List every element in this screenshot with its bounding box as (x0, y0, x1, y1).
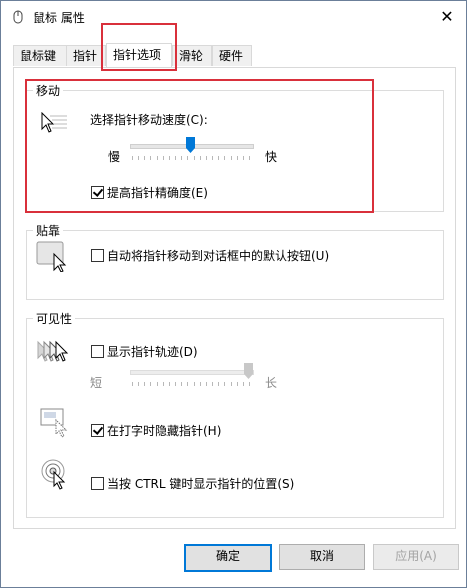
slider-tick (249, 382, 250, 386)
slider-tick (181, 382, 182, 386)
slider-tick (243, 382, 244, 386)
slider-tick (175, 156, 176, 160)
window-title: 鼠标 属性 (33, 11, 85, 25)
precision-label[interactable]: 提高指针精确度(E) (107, 184, 208, 201)
apply-button[interactable]: 应用(A) (373, 544, 459, 570)
slider-tick (175, 382, 176, 386)
slow-label: 慢 (108, 150, 121, 164)
slider-tick (194, 382, 195, 386)
slider-tick (138, 382, 139, 386)
slider-tick (138, 156, 139, 160)
slider-tick (132, 156, 133, 160)
trail-slider-thumb[interactable] (244, 363, 253, 379)
hide-while-typing-label[interactable]: 在打字时隐藏指针(H) (107, 422, 221, 439)
speed-label: 选择指针移动速度(C): (90, 113, 208, 127)
snap-to-default-checkbox[interactable] (91, 249, 104, 262)
trail-short-label: 短 (90, 376, 103, 390)
slider-tick (150, 156, 151, 160)
pointer-options-panel: 移动 选择指针移动速度(C): 慢 快 提高指针精确度(E) 贴靠 自动将指针移… (13, 67, 456, 529)
slider-tick (212, 382, 213, 386)
motion-group: 移动 (26, 82, 444, 212)
visibility-legend: 可见性 (33, 310, 76, 327)
snap-to-default-label[interactable]: 自动将指针移动到对话框中的默认按钮(U) (107, 247, 329, 264)
slider-tick (169, 156, 170, 160)
show-location-ctrl-label[interactable]: 当按 CTRL 键时显示指针的位置(S) (107, 475, 294, 492)
slider-tick (212, 156, 213, 160)
speed-slider-thumb[interactable] (186, 137, 195, 153)
hide-while-typing-checkbox[interactable] (91, 424, 104, 437)
slider-tick (163, 382, 164, 386)
trail-slider-ticks (132, 382, 250, 386)
slider-tick (231, 382, 232, 386)
snap-legend: 贴靠 (33, 222, 64, 239)
slider-tick (231, 156, 232, 160)
mouse-app-icon (13, 10, 23, 24)
slider-tick (206, 382, 207, 386)
slider-tick (237, 156, 238, 160)
slider-tick (218, 156, 219, 160)
slider-tick (224, 156, 225, 160)
tab-bar: 鼠标键 指针 指针选项 滑轮 硬件 (13, 43, 453, 68)
locate-pointer-icon (41, 459, 66, 490)
slider-tick (194, 156, 195, 160)
pointer-trails-checkbox[interactable] (91, 345, 104, 358)
slider-tick (157, 382, 158, 386)
slider-tick (132, 382, 133, 386)
slider-tick (150, 382, 151, 386)
tab-buttons[interactable]: 鼠标键 (13, 45, 67, 66)
snap-group: 贴靠 (26, 222, 444, 300)
slider-tick (181, 156, 182, 160)
slider-tick (243, 156, 244, 160)
slider-tick (200, 382, 201, 386)
hide-pointer-icon (40, 408, 68, 438)
close-icon[interactable]: ✕ (437, 7, 457, 27)
precision-checkbox[interactable] (91, 186, 104, 199)
ok-button[interactable]: 确定 (184, 544, 272, 572)
motion-legend: 移动 (33, 82, 64, 99)
slider-tick (224, 382, 225, 386)
trail-long-label: 长 (265, 376, 278, 390)
speed-slider-ticks (132, 156, 250, 160)
slider-tick (206, 156, 207, 160)
snap-to-icon (36, 241, 67, 272)
pointer-trails-icon (37, 340, 69, 362)
fast-label: 快 (265, 150, 278, 164)
pointer-trails-label[interactable]: 显示指针轨迹(D) (107, 343, 198, 360)
slider-tick (144, 382, 145, 386)
slider-tick (144, 156, 145, 160)
slider-tick (218, 382, 219, 386)
slider-tick (200, 156, 201, 160)
slider-tick (249, 156, 250, 160)
slider-tick (187, 156, 188, 160)
tab-hardware[interactable]: 硬件 (212, 45, 252, 66)
tab-pointers[interactable]: 指针 (66, 45, 106, 66)
mouse-properties-window: 鼠标 属性 ✕ 鼠标键 指针 指针选项 滑轮 硬件 移动 选择指针移动速度(C)… (0, 0, 467, 588)
slider-tick (169, 382, 170, 386)
tab-wheel[interactable]: 滑轮 (172, 45, 212, 66)
slider-tick (237, 382, 238, 386)
show-location-ctrl-checkbox[interactable] (91, 477, 104, 490)
slider-tick (187, 382, 188, 386)
cancel-button[interactable]: 取消 (279, 544, 365, 570)
title-bar[interactable]: 鼠标 属性 ✕ (1, 1, 466, 33)
slider-tick (163, 156, 164, 160)
pointer-speed-icon (41, 112, 67, 133)
slider-tick (157, 156, 158, 160)
tab-pointer-options[interactable]: 指针选项 (106, 43, 172, 68)
trail-slider-track[interactable] (130, 370, 254, 375)
